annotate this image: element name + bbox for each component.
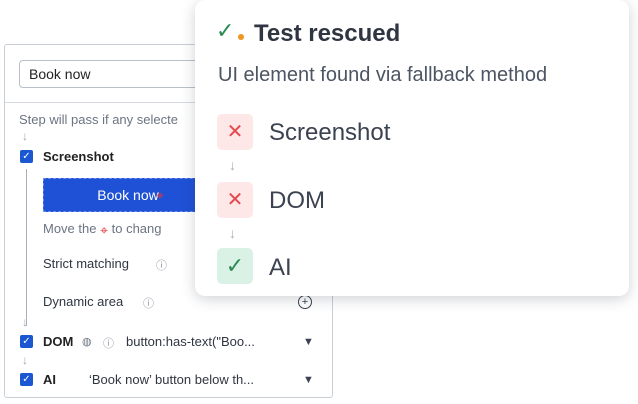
chevron-down-icon[interactable]: ▼ xyxy=(303,374,314,386)
status-dot-icon xyxy=(238,34,244,40)
info-icon[interactable]: ⓘ xyxy=(143,295,154,311)
target-crosshair-icon[interactable]: ⌖ xyxy=(156,188,164,202)
down-arrow-icon: ↓ xyxy=(22,315,28,329)
info-icon[interactable]: ⓘ xyxy=(156,257,167,273)
target-crosshair-icon: ⌖ xyxy=(100,222,108,238)
down-arrow-icon: ↓ xyxy=(229,225,236,241)
move-target-hint: Move the ⌖ to chang xyxy=(43,221,162,238)
dom-selector-text[interactable]: button:has-text("Boo... xyxy=(126,334,255,349)
screenshot-checkbox[interactable]: ✓ xyxy=(20,150,33,163)
success-check-icon: ✓ xyxy=(217,248,253,284)
pass-condition-hint: Step will pass if any selecte xyxy=(19,112,178,127)
move-hint-suffix: to chang xyxy=(111,221,162,236)
popup-subtitle: UI element found via fallback method xyxy=(218,64,548,86)
ai-method-label: AI xyxy=(43,372,56,387)
chrome-icon: ◍ xyxy=(82,336,92,348)
move-hint-prefix: Move the xyxy=(43,221,97,236)
tree-connector-line xyxy=(26,169,27,326)
chevron-down-icon[interactable]: ▼ xyxy=(303,336,314,348)
dynamic-area-label: Dynamic area xyxy=(43,294,124,309)
dom-checkbox[interactable]: ✓ xyxy=(20,335,33,348)
ai-description-text[interactable]: ‘Book now’ button below th... xyxy=(89,372,254,387)
method-dom-label: DOM xyxy=(269,187,325,214)
add-dynamic-area-icon[interactable]: + xyxy=(298,295,312,309)
down-arrow-icon: ↓ xyxy=(229,157,236,173)
dom-method-label: DOM xyxy=(43,334,74,349)
fail-x-icon: ✕ xyxy=(217,114,253,150)
screenshot-preview[interactable]: Book now xyxy=(43,178,213,212)
down-arrow-icon: ↓ xyxy=(22,129,28,143)
fail-x-icon: ✕ xyxy=(217,182,253,218)
method-screenshot-label: Screenshot xyxy=(269,119,391,146)
down-arrow-icon: ↓ xyxy=(22,353,28,367)
method-ai-label: AI xyxy=(269,254,292,281)
screenshot-preview-text: Book now xyxy=(97,187,159,203)
test-rescued-popup: ✓ Test rescued UI element found via fall… xyxy=(195,0,629,296)
ai-checkbox[interactable]: ✓ xyxy=(20,373,33,386)
popup-title: Test rescued xyxy=(254,20,401,47)
info-icon[interactable]: ⓘ xyxy=(103,335,114,351)
strict-matching-label: Strict matching xyxy=(43,256,129,271)
screenshot-method-label: Screenshot xyxy=(43,149,114,164)
check-icon: ✓ xyxy=(216,18,235,43)
